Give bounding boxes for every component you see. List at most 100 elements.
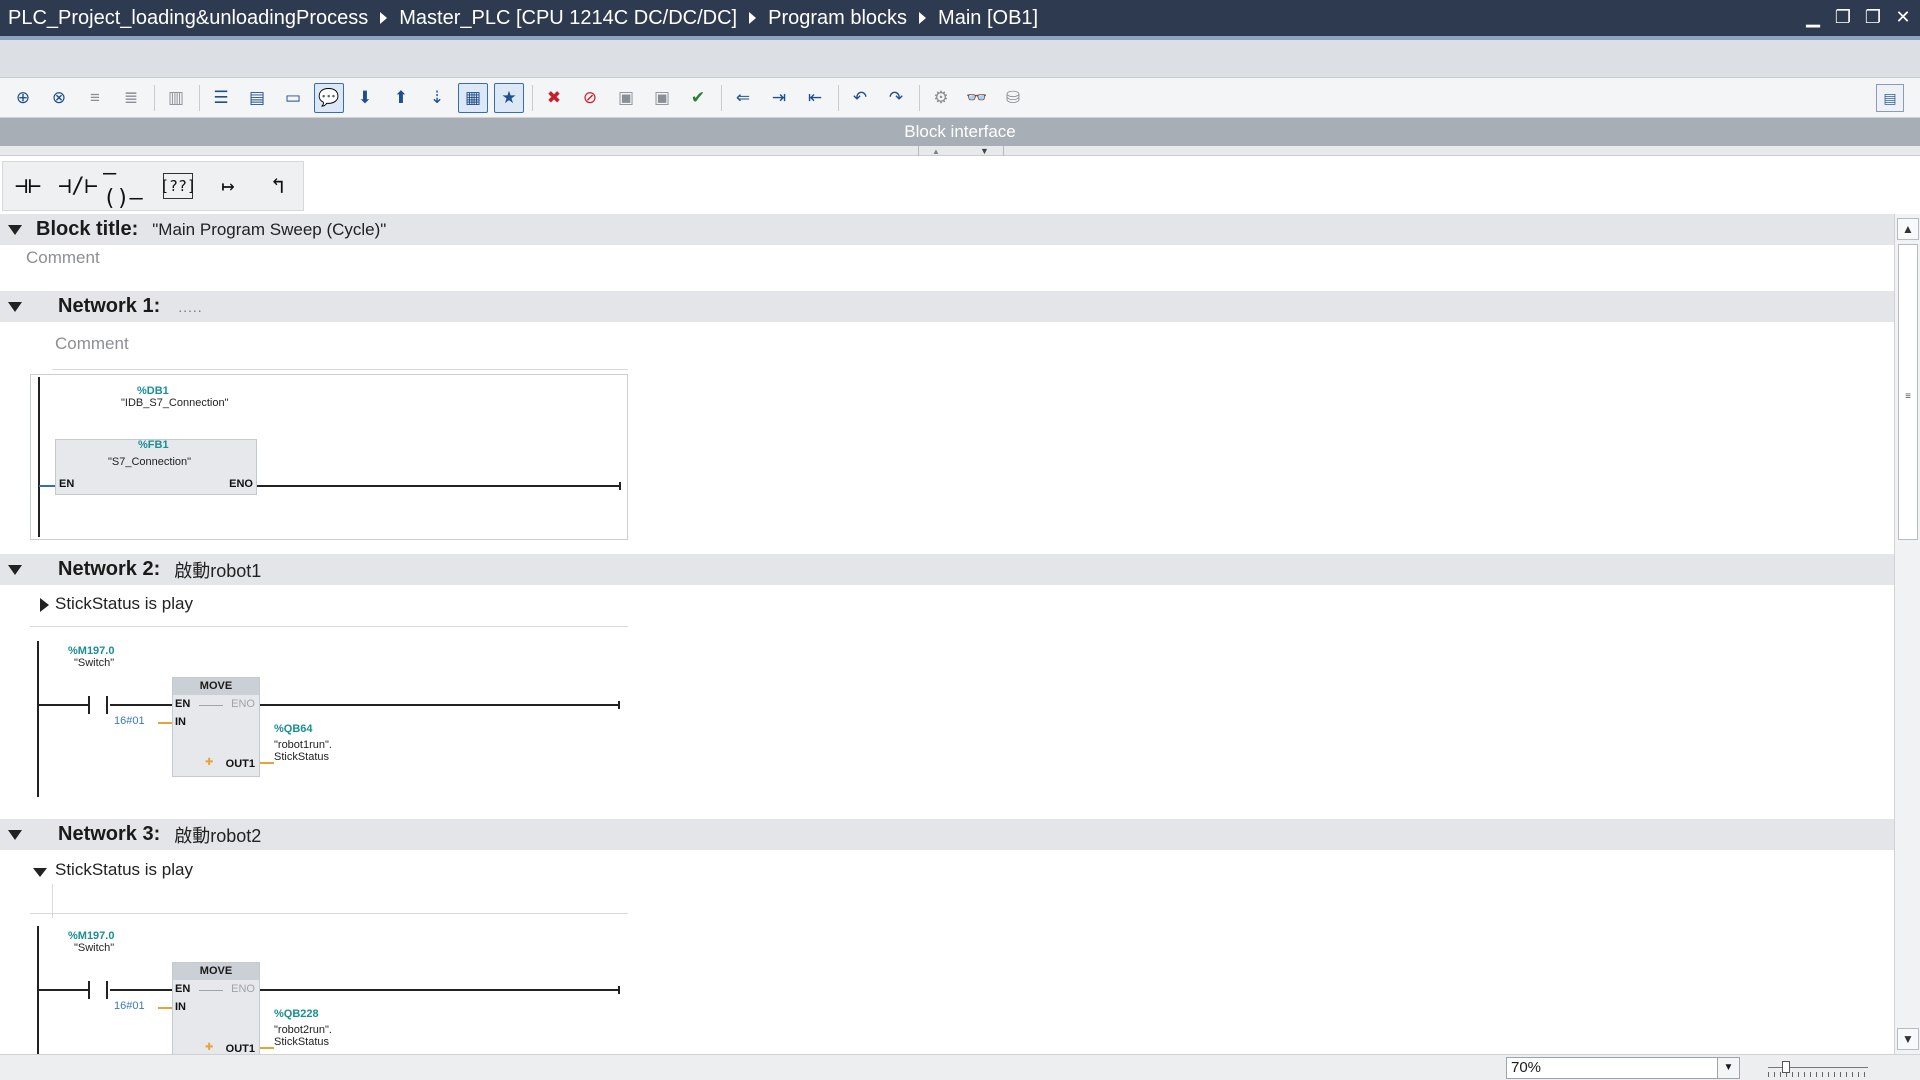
fb-s7-connection-box[interactable]: %FB1 "S7_Connection" EN ENO bbox=[55, 439, 257, 495]
network-2-label: Network 2: bbox=[58, 558, 161, 580]
collapse-arrow-icon[interactable] bbox=[8, 829, 22, 840]
vertical-scrollbar[interactable]: ▲ ≡ ▼ bbox=[1894, 214, 1920, 1054]
highlight-icon[interactable]: ★ bbox=[494, 82, 524, 113]
coil-icon[interactable]: –()– bbox=[103, 161, 153, 211]
network-2-ladder[interactable]: %M197.0 "Switch" MOVE EN ENO IN OUT1 ✚ 1… bbox=[30, 639, 628, 799]
collapse-arrow-icon[interactable] bbox=[8, 564, 22, 575]
insert-row-icon[interactable]: ≡ bbox=[80, 83, 110, 113]
in-value[interactable]: 16#01 bbox=[114, 1000, 145, 1012]
insert-network-icon[interactable]: ⊕ bbox=[8, 83, 38, 113]
monitor-off-icon[interactable]: ▣ bbox=[647, 83, 677, 113]
empty-box-icon[interactable]: [??] bbox=[160, 173, 196, 199]
zoom-select[interactable]: 70% ▼ bbox=[1506, 1057, 1740, 1079]
chevron-down-icon[interactable]: ▼ bbox=[1717, 1058, 1739, 1078]
minimize-icon[interactable]: ▁ bbox=[1804, 6, 1822, 28]
scrollbar-thumb[interactable]: ≡ bbox=[1898, 244, 1918, 540]
network-3-header[interactable]: Network 3: 啟動robot2 bbox=[0, 819, 1894, 850]
reset-start-value-icon[interactable]: ▥ bbox=[161, 83, 191, 113]
in-value[interactable]: 16#01 bbox=[114, 715, 145, 727]
network-2-title[interactable]: 啟動robot1 bbox=[174, 557, 261, 583]
breadcrumb-project[interactable]: PLC_Project_loading&unloadingProcess bbox=[8, 7, 368, 30]
breadcrumb-program-blocks[interactable]: Program blocks bbox=[768, 7, 907, 30]
goto-next-error-icon[interactable]: ⇣ bbox=[422, 83, 452, 113]
status-bar: 70% ▼ bbox=[0, 1054, 1920, 1080]
network-3-ladder[interactable]: %M197.0 "Switch" MOVE EN ENO IN OUT1 ✚ 1… bbox=[30, 924, 628, 1054]
block-title-value[interactable]: "Main Program Sweep (Cycle)" bbox=[152, 220, 386, 240]
zoom-slider-knob[interactable] bbox=[1782, 1061, 1790, 1073]
move-block-box[interactable]: MOVE EN ENO IN OUT1 ✚ bbox=[172, 677, 260, 777]
breadcrumb-main-block[interactable]: Main [OB1] bbox=[938, 7, 1038, 30]
network-2-header[interactable]: Network 2: 啟動robot1 bbox=[0, 554, 1894, 585]
network-3-comment[interactable]: StickStatus is play bbox=[55, 860, 193, 880]
collapse-comment-icon[interactable] bbox=[33, 868, 47, 877]
outdent-icon[interactable]: ⇤ bbox=[800, 83, 830, 113]
network-title-icon[interactable]: ▭ bbox=[278, 83, 308, 113]
collapse-arrow-icon[interactable] bbox=[8, 224, 22, 235]
block-comment[interactable]: Comment bbox=[26, 248, 100, 268]
redo-icon[interactable]: ↷ bbox=[881, 83, 911, 113]
block-title-row[interactable]: Block title: "Main Program Sweep (Cycle)… bbox=[0, 214, 1894, 245]
switch-contact[interactable] bbox=[88, 696, 108, 714]
block-interface-splitter[interactable]: ▲ ▼ bbox=[0, 146, 1920, 156]
network-1-header[interactable]: Network 1: ..... bbox=[0, 291, 1894, 322]
close-all-networks-icon[interactable]: ⬆ bbox=[386, 83, 416, 113]
out-member[interactable]: StickStatus bbox=[274, 1036, 329, 1048]
instance-db-name[interactable]: "IDB_S7_Connection" bbox=[121, 397, 229, 409]
breadcrumb-device[interactable]: Master_PLC [CPU 1214C DC/DC/DC] bbox=[399, 7, 737, 30]
en-connection bbox=[39, 485, 55, 487]
splitter-down-icon[interactable]: ▼ bbox=[980, 146, 989, 156]
indent-icon[interactable]: ⇥ bbox=[764, 83, 794, 113]
contact-name[interactable]: "Switch" bbox=[74, 942, 114, 954]
collapse-arrow-icon[interactable] bbox=[8, 301, 22, 312]
move-block-box[interactable]: MOVE EN ENO IN OUT1 ✚ bbox=[172, 962, 260, 1054]
database-icon[interactable]: ⛁ bbox=[998, 83, 1028, 113]
in-connection bbox=[158, 1007, 172, 1009]
scroll-up-icon[interactable]: ▲ bbox=[1897, 218, 1919, 240]
pin-eno: ENO bbox=[231, 698, 255, 710]
restore-icon[interactable]: ❐ bbox=[1834, 6, 1852, 28]
float-window-icon[interactable]: ❐ bbox=[1864, 6, 1882, 28]
close-icon[interactable]: ✕ bbox=[1894, 6, 1912, 28]
absolute-operands-icon[interactable]: ☰ bbox=[206, 83, 236, 113]
connect-online-icon[interactable]: ⚙ bbox=[926, 83, 956, 113]
block-interface-label: Block interface bbox=[904, 122, 1016, 141]
nc-contact-icon[interactable]: ⊣/⊢ bbox=[53, 163, 103, 209]
monitoring-icon[interactable]: 👓 bbox=[962, 83, 992, 113]
clear-breakpoints-icon[interactable]: ✖ bbox=[539, 83, 569, 113]
monitor-on-icon[interactable]: ▣ bbox=[611, 83, 641, 113]
open-branch-icon[interactable]: ↦ bbox=[203, 163, 253, 209]
favorites-icon[interactable]: ▤ bbox=[242, 83, 272, 113]
open-all-networks-icon[interactable]: ⬇ bbox=[350, 83, 380, 113]
add-row-icon[interactable]: ≣ bbox=[116, 83, 146, 113]
network-3-title[interactable]: 啟動robot2 bbox=[174, 822, 261, 848]
zoom-slider[interactable] bbox=[1768, 1061, 1868, 1077]
out-name[interactable]: "robot2run". bbox=[274, 1024, 332, 1036]
switch-contact[interactable] bbox=[88, 981, 108, 999]
display-favorites-icon[interactable]: ▦ bbox=[458, 82, 488, 113]
expand-comment-icon[interactable] bbox=[40, 598, 49, 612]
add-output-icon[interactable]: ✚ bbox=[205, 1042, 213, 1053]
compile-icon[interactable]: ✔ bbox=[683, 83, 713, 113]
go-to-previous-icon[interactable]: ⇐ bbox=[728, 83, 758, 113]
network-1-comment-box[interactable]: Comment bbox=[52, 328, 628, 370]
network-comments-icon[interactable]: 💬 bbox=[314, 82, 344, 113]
network-1-ladder[interactable]: %DB1 "IDB_S7_Connection" %FB1 "S7_Connec… bbox=[30, 374, 628, 540]
no-contact-icon[interactable]: ⊣⊢ bbox=[3, 163, 53, 209]
network-2-comment[interactable]: StickStatus is play bbox=[55, 594, 193, 614]
pin-en: EN bbox=[59, 478, 75, 490]
out-member[interactable]: StickStatus bbox=[274, 751, 329, 763]
panel-toggle-icon[interactable]: ▤ bbox=[1876, 84, 1904, 112]
scroll-down-icon[interactable]: ▼ bbox=[1897, 1028, 1919, 1050]
undo-icon[interactable]: ↶ bbox=[845, 83, 875, 113]
network-1-title[interactable]: ..... bbox=[178, 299, 202, 315]
delete-network-icon[interactable]: ⊗ bbox=[44, 83, 74, 113]
add-output-icon[interactable]: ✚ bbox=[205, 757, 213, 768]
splitter-up-icon[interactable]: ▲ bbox=[932, 147, 940, 156]
block-interface-bar[interactable]: Block interface bbox=[0, 118, 1920, 146]
splitter-grip[interactable] bbox=[918, 146, 1004, 156]
network-1-comment[interactable]: Comment bbox=[55, 334, 129, 354]
close-branch-icon[interactable]: ↰ bbox=[253, 163, 303, 209]
contact-name[interactable]: "Switch" bbox=[74, 657, 114, 669]
out-name[interactable]: "robot1run". bbox=[274, 739, 332, 751]
disable-breakpoints-icon[interactable]: ⊘ bbox=[575, 83, 605, 113]
